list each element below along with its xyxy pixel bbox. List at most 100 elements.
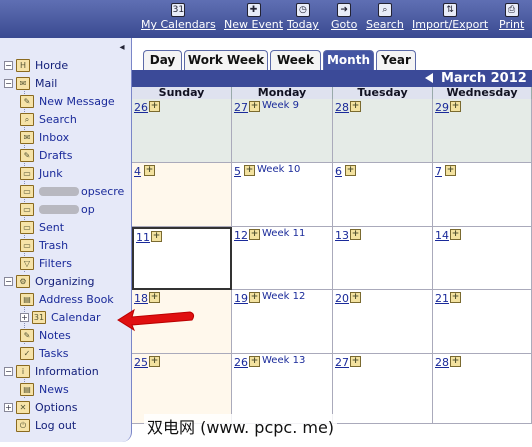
sidebar-item-options[interactable]: + ✕ Options xyxy=(4,398,77,416)
day-cell[interactable]: 26 + xyxy=(132,99,232,163)
day-cell[interactable]: 19 + Week 12 xyxy=(232,290,333,354)
day-cell[interactable]: 27 + xyxy=(333,354,433,424)
week-number-link[interactable]: Week 9 xyxy=(262,100,299,111)
sidebar-item-opsecre[interactable]: ▭ opsecre xyxy=(20,182,124,200)
day-number[interactable]: 13 xyxy=(335,229,349,242)
week-number-link[interactable]: Week 12 xyxy=(262,291,305,302)
goto-button[interactable]: ➜ Goto xyxy=(331,3,357,37)
day-number[interactable]: 21 xyxy=(435,292,449,305)
add-event-icon[interactable]: + xyxy=(151,231,162,242)
add-event-icon[interactable]: + xyxy=(450,101,461,112)
new-event-button[interactable]: ✚ New Event xyxy=(224,3,283,37)
day-cell[interactable]: 7 + xyxy=(433,163,532,227)
add-event-icon[interactable]: + xyxy=(149,101,160,112)
day-number[interactable]: 20 xyxy=(335,292,349,305)
day-cell[interactable]: 6 + xyxy=(333,163,433,227)
day-number[interactable]: 19 xyxy=(234,292,248,305)
today-button[interactable]: ◷ Today xyxy=(287,3,319,37)
week-number-link[interactable]: Week 10 xyxy=(257,164,300,175)
day-number[interactable]: 7 xyxy=(435,165,442,178)
day-number[interactable]: 27 xyxy=(234,101,248,114)
day-number[interactable]: 18 xyxy=(134,292,148,305)
collapse-icon[interactable]: − xyxy=(4,78,13,88)
add-event-icon[interactable]: + xyxy=(149,356,160,367)
sidebar-item-address-book[interactable]: ▤ Address Book xyxy=(20,290,114,308)
sidebar-item-inbox[interactable]: ✉ Inbox xyxy=(20,128,69,146)
day-number[interactable]: 5 xyxy=(234,165,241,178)
day-number[interactable]: 25 xyxy=(134,356,148,369)
sidebar-item-trash[interactable]: ▭ Trash xyxy=(20,236,68,254)
tab-work-week[interactable]: Work Week xyxy=(184,50,268,70)
day-cell[interactable]: 21 + xyxy=(433,290,532,354)
day-cell[interactable]: 5 + Week 10 xyxy=(232,163,333,227)
add-event-icon[interactable]: + xyxy=(350,229,361,240)
collapse-icon[interactable]: − xyxy=(4,276,13,286)
sidebar-item-horde[interactable]: − H Horde xyxy=(4,56,68,74)
search-button[interactable]: ⌕ Search xyxy=(366,3,404,37)
day-number[interactable]: 27 xyxy=(335,356,349,369)
sidebar-item-news[interactable]: ▤ News xyxy=(20,380,69,398)
day-cell[interactable]: 20 + xyxy=(333,290,433,354)
add-event-icon[interactable]: + xyxy=(450,229,461,240)
week-number-link[interactable]: Week 11 xyxy=(262,228,305,239)
day-number[interactable]: 26 xyxy=(234,356,248,369)
sidebar-item-log-out[interactable]: ⏻ Log out xyxy=(4,416,76,434)
day-number[interactable]: 4 xyxy=(134,165,141,178)
day-number[interactable]: 11 xyxy=(136,231,150,244)
day-cell[interactable]: 12 + Week 11 xyxy=(232,227,333,290)
tab-week[interactable]: Week xyxy=(270,50,321,70)
sidebar-item-sent[interactable]: ▭ Sent xyxy=(20,218,64,236)
sidebar-item-op[interactable]: ▭ op xyxy=(20,200,95,218)
add-event-icon[interactable]: + xyxy=(249,101,260,112)
add-event-icon[interactable]: + xyxy=(244,165,255,176)
day-cell[interactable]: 27 + Week 9 xyxy=(232,99,333,163)
sidebar-item-search[interactable]: ⌕ Search xyxy=(20,110,77,128)
add-event-icon[interactable]: + xyxy=(445,165,456,176)
sidebar-item-information[interactable]: − i Information xyxy=(4,362,99,380)
calendar-button[interactable]: 31 My Calendars xyxy=(141,3,216,37)
day-number[interactable]: 26 xyxy=(134,101,148,114)
day-cell[interactable]: 28 + xyxy=(433,354,532,424)
add-event-icon[interactable]: + xyxy=(249,356,260,367)
expand-icon[interactable]: + xyxy=(4,402,13,412)
sidebar-item-mail[interactable]: − ✉ Mail xyxy=(4,74,57,92)
sidebar-item-calendar[interactable]: +31 Calendar xyxy=(20,308,100,326)
add-event-icon[interactable]: + xyxy=(450,356,461,367)
add-event-icon[interactable]: + xyxy=(249,292,260,303)
print-button[interactable]: ⎙ Print xyxy=(499,3,524,37)
day-number[interactable]: 28 xyxy=(335,101,349,114)
add-event-icon[interactable]: + xyxy=(149,292,160,303)
sidebar-item-tasks[interactable]: ✓ Tasks xyxy=(20,344,68,362)
add-event-icon[interactable]: + xyxy=(144,165,155,176)
sidebar-item-drafts[interactable]: ✎ Drafts xyxy=(20,146,72,164)
day-cell[interactable]: 13 + xyxy=(333,227,433,290)
day-cell[interactable]: 28 + xyxy=(333,99,433,163)
day-number[interactable]: 12 xyxy=(234,229,248,242)
day-cell[interactable]: 14 + xyxy=(433,227,532,290)
expand-icon[interactable]: + xyxy=(20,312,29,322)
day-number[interactable]: 14 xyxy=(435,229,449,242)
add-event-icon[interactable]: + xyxy=(249,229,260,240)
day-cell[interactable]: 29 + xyxy=(433,99,532,163)
day-cell[interactable]: 4 + xyxy=(132,163,232,227)
add-event-icon[interactable]: + xyxy=(350,356,361,367)
day-number[interactable]: 28 xyxy=(435,356,449,369)
previous-month-icon[interactable] xyxy=(425,73,433,83)
day-cell[interactable]: 11 + xyxy=(132,227,232,290)
collapse-icon[interactable]: − xyxy=(4,60,13,70)
tab-year[interactable]: Year xyxy=(376,50,416,70)
collapse-icon[interactable]: − xyxy=(4,366,13,376)
day-number[interactable]: 29 xyxy=(435,101,449,114)
import-export-button[interactable]: ⇅ Import/Export xyxy=(412,3,488,37)
tab-month[interactable]: Month xyxy=(323,50,374,70)
add-event-icon[interactable]: + xyxy=(350,292,361,303)
sidebar-item-new-message[interactable]: ✎ New Message xyxy=(20,92,115,110)
sidebar-item-organizing[interactable]: − ⚙ Organizing xyxy=(4,272,95,290)
collapse-sidebar-icon[interactable]: ◂ xyxy=(116,42,128,54)
sidebar-item-notes[interactable]: ✎ Notes xyxy=(20,326,71,344)
tab-day[interactable]: Day xyxy=(143,50,182,70)
day-number[interactable]: 6 xyxy=(335,165,342,178)
add-event-icon[interactable]: + xyxy=(345,165,356,176)
add-event-icon[interactable]: + xyxy=(450,292,461,303)
sidebar-item-junk[interactable]: ▭ Junk xyxy=(20,164,63,182)
